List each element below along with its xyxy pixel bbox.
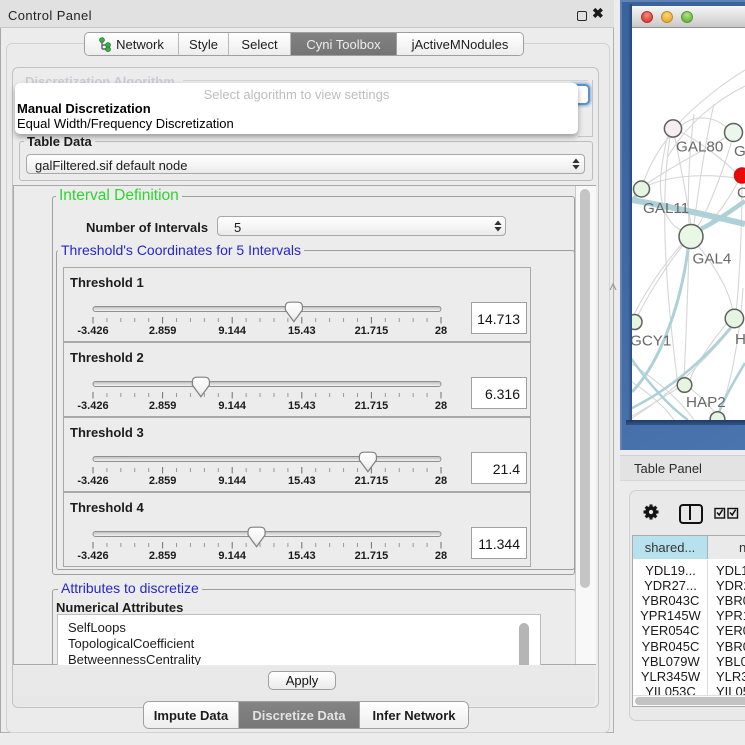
svg-text:9.144: 9.144 bbox=[218, 475, 246, 487]
svg-text:-3.426: -3.426 bbox=[77, 475, 108, 487]
svg-text:GAL80: GAL80 bbox=[676, 139, 723, 156]
svg-text:2.859: 2.859 bbox=[149, 400, 177, 412]
svg-text:-3.426: -3.426 bbox=[77, 400, 108, 412]
svg-text:28: 28 bbox=[435, 550, 447, 562]
svg-text:GAL4: GAL4 bbox=[693, 251, 732, 268]
svg-text:21.715: 21.715 bbox=[355, 475, 389, 487]
svg-text:28: 28 bbox=[435, 400, 447, 412]
svg-text:2.859: 2.859 bbox=[149, 475, 177, 487]
svg-text:9.144: 9.144 bbox=[218, 400, 246, 412]
svg-text:21.715: 21.715 bbox=[355, 400, 389, 412]
svg-text:HAP2: HAP2 bbox=[686, 394, 726, 411]
svg-text:-3.426: -3.426 bbox=[77, 550, 108, 562]
svg-text:21.715: 21.715 bbox=[355, 550, 389, 562]
svg-text:-3.426: -3.426 bbox=[77, 325, 108, 337]
svg-text:GAL11: GAL11 bbox=[643, 200, 689, 217]
svg-text:15.43: 15.43 bbox=[288, 550, 316, 562]
svg-text:2.859: 2.859 bbox=[149, 550, 177, 562]
svg-text:21.715: 21.715 bbox=[355, 325, 389, 337]
svg-text:15.43: 15.43 bbox=[288, 400, 316, 412]
svg-text:GCY1: GCY1 bbox=[632, 333, 671, 350]
svg-text:GA: GA bbox=[734, 143, 745, 160]
svg-text:H: H bbox=[735, 331, 745, 348]
svg-text:9.144: 9.144 bbox=[218, 325, 246, 337]
svg-text:28: 28 bbox=[435, 325, 447, 337]
svg-text:28: 28 bbox=[435, 475, 447, 487]
svg-text:15.43: 15.43 bbox=[288, 475, 316, 487]
svg-text:15.43: 15.43 bbox=[288, 325, 316, 337]
svg-text:C: C bbox=[737, 185, 745, 202]
svg-text:2.859: 2.859 bbox=[149, 325, 177, 337]
svg-text:9.144: 9.144 bbox=[218, 550, 246, 562]
